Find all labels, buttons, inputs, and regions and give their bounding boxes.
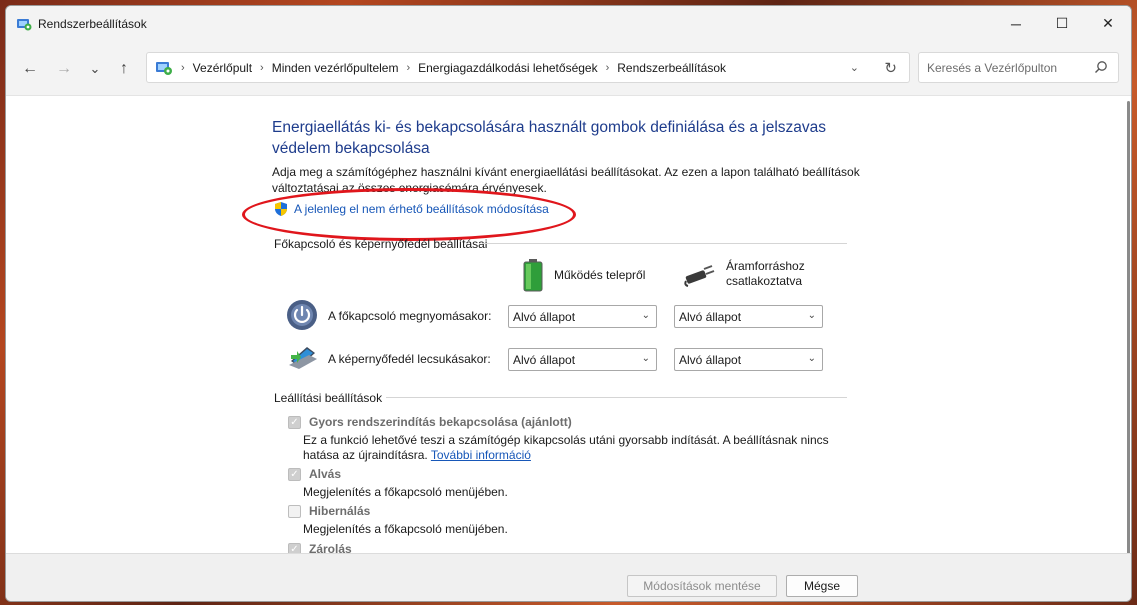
search-box[interactable]	[918, 52, 1119, 83]
select-value: Alvó állapot	[679, 352, 742, 367]
power-button-plugged-select[interactable]: Alvó állapot ⌄	[674, 305, 823, 328]
select-value: Alvó állapot	[513, 352, 576, 367]
fast-startup-checkbox[interactable]: ✓	[288, 415, 301, 429]
sleep-option[interactable]: ✓ Alvás	[288, 467, 341, 481]
select-value: Alvó állapot	[513, 309, 576, 324]
lid-close-plugged-select[interactable]: Alvó állapot ⌄	[674, 348, 823, 371]
control-panel-icon	[156, 61, 172, 75]
vertical-scrollbar[interactable]	[1124, 101, 1130, 556]
maximize-button[interactable]: ☐	[1039, 6, 1085, 41]
address-bar[interactable]: › Vezérlőpult › Minden vezérlőpultelem ›…	[146, 52, 910, 83]
breadcrumb-item[interactable]: Minden vezérlőpultelem	[272, 61, 399, 75]
column-header-plugged-in: Áramforráshoz csatlakoztatva	[684, 259, 805, 289]
battery-icon	[523, 259, 543, 292]
chevron-down-icon: ⌄	[807, 353, 816, 364]
control-panel-icon	[17, 19, 32, 31]
more-info-link[interactable]: További információ	[431, 448, 531, 462]
chevron-right-icon[interactable]: ›	[406, 62, 410, 74]
forward-arrow-icon[interactable]: →	[53, 58, 75, 80]
column-label-battery: Működés telepről	[554, 267, 646, 282]
main-content: Energiaellátás ki- és bekapcsolására has…	[6, 96, 1131, 556]
fast-startup-option[interactable]: ✓ Gyors rendszerindítás bekapcsolása (aj…	[288, 415, 572, 429]
search-input[interactable]	[919, 53, 1079, 82]
sleep-description: Megjelenítés a főkapcsoló menüjében.	[303, 485, 508, 499]
column-label-plugged-line2: csatlakoztatva	[726, 274, 803, 288]
power-buttons-group-title: Főkapcsoló és képernyőfedél beállításai	[274, 237, 488, 251]
change-unavailable-settings-link[interactable]: A jelenleg el nem érhető beállítások mód…	[273, 201, 549, 217]
column-header-battery: Működés telepről	[522, 258, 645, 292]
refresh-icon[interactable]: ↻	[884, 59, 897, 77]
close-button[interactable]: ✕	[1085, 6, 1131, 41]
back-arrow-icon[interactable]: ←	[19, 58, 41, 80]
chevron-right-icon[interactable]: ›	[181, 62, 185, 74]
up-arrow-icon[interactable]: ↑	[113, 58, 135, 80]
power-button-action-label: A főkapcsoló megnyomásakor:	[328, 309, 492, 323]
page-title: Energiaellátás ki- és bekapcsolására has…	[272, 119, 827, 157]
column-label-plugged-line1: Áramforráshoz	[726, 259, 805, 273]
breadcrumb-item[interactable]: Vezérlőpult	[193, 61, 252, 75]
save-changes-button[interactable]: Módosítások mentése	[627, 575, 777, 597]
search-icon[interactable]	[1094, 60, 1108, 74]
chevron-down-icon: ⌄	[641, 353, 650, 364]
chevron-down-icon: ⌄	[807, 310, 816, 321]
breadcrumb-item[interactable]: Energiagazdálkodási lehetőségek	[418, 61, 597, 75]
minimize-button[interactable]: ─	[993, 6, 1039, 41]
select-value: Alvó állapot	[679, 309, 742, 324]
title-bar: Rendszerbeállítások ─ ☐ ✕	[6, 6, 1131, 41]
sleep-checkbox[interactable]: ✓	[288, 467, 301, 481]
power-button-battery-select[interactable]: Alvó állapot ⌄	[508, 305, 657, 328]
lid-close-battery-select[interactable]: Alvó állapot ⌄	[508, 348, 657, 371]
divider	[482, 243, 847, 244]
shutdown-group-title: Leállítási beállítások	[274, 391, 383, 405]
laptop-lid-icon	[289, 347, 317, 369]
fast-startup-label: Gyors rendszerindítás bekapcsolása (aján…	[309, 415, 572, 429]
hibernate-checkbox[interactable]	[288, 504, 301, 518]
chevron-down-icon[interactable]: ⌄	[850, 61, 859, 74]
recent-locations-chevron-icon[interactable]: ⌄	[84, 58, 106, 80]
fast-startup-description: Ez a funkció lehetővé teszi a számítógép…	[303, 433, 843, 463]
uac-link-label[interactable]: A jelenleg el nem érhető beállítások mód…	[294, 202, 549, 216]
fast-startup-desc-text: Ez a funkció lehetővé teszi a számítógép…	[303, 433, 829, 462]
power-button-icon	[287, 300, 317, 330]
chevron-right-icon[interactable]: ›	[260, 62, 264, 74]
lid-close-action-label: A képernyőfedél lecsukásakor:	[328, 352, 491, 366]
cancel-button[interactable]: Mégse	[786, 575, 858, 597]
hibernate-label: Hibernálás	[309, 504, 371, 518]
sleep-label: Alvás	[309, 467, 342, 481]
window: Rendszerbeállítások ─ ☐ ✕ ← → ⌄ ↑ › Vezé…	[5, 5, 1132, 602]
hibernate-description: Megjelenítés a főkapcsoló menüjében.	[303, 522, 508, 536]
navigation-bar: ← → ⌄ ↑ › Vezérlőpult › Minden vezérlőpu…	[6, 41, 1131, 96]
divider	[386, 397, 847, 398]
uac-shield-icon	[275, 202, 287, 216]
scrollbar-thumb[interactable]	[1127, 101, 1130, 556]
power-plug-icon	[684, 265, 715, 287]
breadcrumb-item[interactable]: Rendszerbeállítások	[617, 61, 726, 75]
window-title: Rendszerbeállítások	[38, 17, 147, 31]
dialog-footer: Módosítások mentése Mégse	[6, 553, 1131, 601]
hibernate-option[interactable]: Hibernálás	[288, 504, 370, 518]
chevron-down-icon: ⌄	[641, 310, 650, 321]
chevron-right-icon[interactable]: ›	[606, 62, 610, 74]
window-controls: ─ ☐ ✕	[993, 6, 1131, 41]
